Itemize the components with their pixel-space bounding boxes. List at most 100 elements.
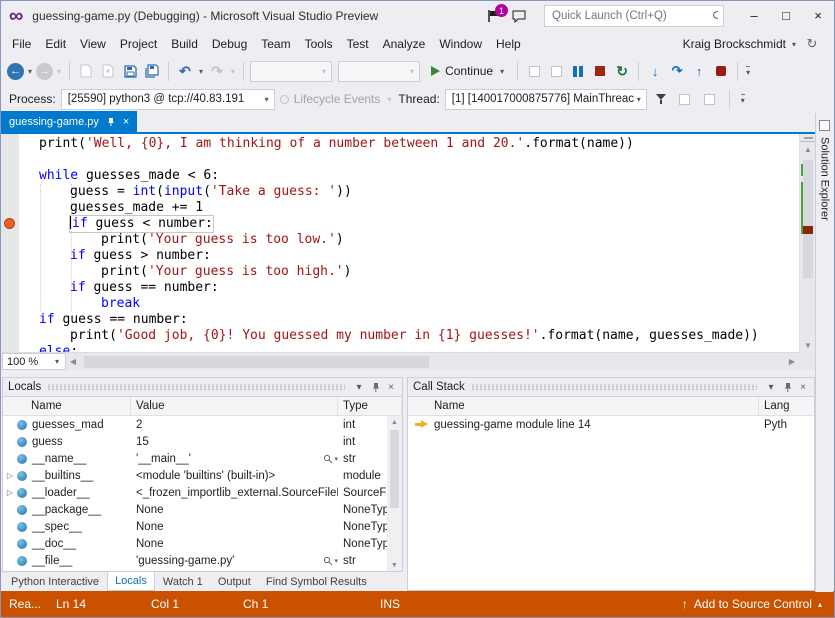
- undo-dropdown-icon[interactable]: ▾: [197, 67, 205, 76]
- close-icon[interactable]: ×: [383, 380, 399, 395]
- configuration-combo[interactable]: ▾: [250, 61, 332, 82]
- break-all-button[interactable]: [568, 61, 588, 81]
- locals-row[interactable]: __name__'__main__'▾str: [3, 450, 387, 467]
- code-area[interactable]: print('Well, {0}, I am thinking of a num…: [1, 134, 799, 352]
- step-into-button[interactable]: ↓: [645, 61, 665, 81]
- menu-window[interactable]: Window: [432, 33, 489, 55]
- panel-tab-watch-1[interactable]: Watch 1: [156, 572, 210, 591]
- code-line[interactable]: while guesses_made < 6:: [1, 168, 799, 184]
- menu-help[interactable]: Help: [489, 33, 528, 55]
- menu-test[interactable]: Test: [340, 33, 376, 55]
- step-over-button[interactable]: ↷: [667, 61, 687, 81]
- notifications-flag-icon[interactable]: 1: [484, 7, 502, 25]
- code-line[interactable]: if guess == number:: [1, 280, 799, 296]
- callstack-column-headers[interactable]: Name Lang: [408, 397, 814, 416]
- panel-tab-find-symbol-results[interactable]: Find Symbol Results: [259, 572, 374, 591]
- menu-debug[interactable]: Debug: [205, 33, 254, 55]
- new-file-button[interactable]: [76, 61, 96, 81]
- code-editor[interactable]: print('Well, {0}, I am thinking of a num…: [1, 134, 816, 370]
- navigate-forward-button[interactable]: →: [36, 63, 53, 80]
- tab-close-icon[interactable]: ×: [123, 116, 129, 128]
- scroll-down-icon[interactable]: ▼: [387, 559, 402, 571]
- navigate-forward-dropdown-icon[interactable]: ▾: [55, 67, 63, 76]
- locals-scrollbar[interactable]: ▲ ▼: [387, 416, 402, 571]
- navigate-back-dropdown-icon[interactable]: ▾: [26, 67, 34, 76]
- lifecycle-dropdown-icon[interactable]: ▾: [385, 95, 393, 104]
- column-name[interactable]: Name: [3, 397, 131, 415]
- intellitrace-button[interactable]: [711, 61, 731, 81]
- debugbar-overflow-icon[interactable]: ▾: [741, 94, 745, 105]
- menu-build[interactable]: Build: [164, 33, 205, 55]
- expander-icon[interactable]: ▷: [3, 471, 17, 480]
- thread-combo[interactable]: [1] [140017000875776] MainThreac ▾: [445, 89, 647, 110]
- code-line[interactable]: guess = int(input('Take a guess: ')): [1, 184, 799, 200]
- step-out-button[interactable]: ↑: [689, 61, 709, 81]
- column-value[interactable]: Value: [131, 397, 338, 415]
- menu-file[interactable]: File: [5, 33, 38, 55]
- callstack-header[interactable]: Call Stack ▾ ×: [408, 378, 814, 397]
- locals-row[interactable]: __doc__NoneNoneTyp: [3, 535, 387, 552]
- callstack-row[interactable]: guessing-game module line 14Pyth: [408, 416, 814, 433]
- panel-tab-output[interactable]: Output: [211, 572, 258, 591]
- column-name[interactable]: Name: [408, 397, 759, 415]
- editor-horizontal-scrollbar[interactable]: 100 % ▾ ◀ ▶: [1, 352, 799, 370]
- redo-button[interactable]: ↷: [207, 61, 227, 81]
- expander-icon[interactable]: ▷: [3, 488, 17, 497]
- pin-icon[interactable]: [106, 117, 116, 127]
- scroll-left-icon[interactable]: ◀: [66, 357, 80, 366]
- locals-row[interactable]: ▷__builtins__<module 'builtins' (built-i…: [3, 467, 387, 484]
- code-line[interactable]: if guess > number:: [1, 248, 799, 264]
- scroll-down-icon[interactable]: ▼: [800, 339, 816, 352]
- menu-view[interactable]: View: [73, 33, 113, 55]
- code-line[interactable]: if guess == number:: [1, 312, 799, 328]
- quick-launch-box[interactable]: [544, 5, 724, 27]
- close-icon[interactable]: ×: [795, 380, 811, 395]
- show-threads-button[interactable]: [675, 89, 695, 109]
- vertical-scroll-thumb[interactable]: [803, 160, 813, 278]
- add-to-source-control-button[interactable]: ↑ Add to Source Control ▴: [682, 597, 834, 611]
- panel-tab-locals[interactable]: Locals: [107, 572, 155, 591]
- scroll-up-icon[interactable]: ▲: [387, 416, 402, 428]
- window-position-icon[interactable]: ▾: [351, 380, 367, 395]
- pin-icon[interactable]: [367, 380, 383, 395]
- save-all-button[interactable]: [142, 61, 162, 81]
- locals-row[interactable]: __spec__NoneNoneTyp: [3, 518, 387, 535]
- user-dropdown-caret-icon[interactable]: ▾: [790, 40, 798, 49]
- locals-row[interactable]: ▷__loader__<_frozen_importlib_external.S…: [3, 484, 387, 501]
- lifecycle-events-button[interactable]: Lifecycle Events: [294, 92, 381, 106]
- code-line[interactable]: print('Well, {0}, I am thinking of a num…: [1, 136, 799, 152]
- continue-button[interactable]: Continue ▾: [426, 64, 511, 78]
- code-line[interactable]: [1, 152, 799, 168]
- restart-button[interactable]: ↻: [612, 61, 632, 81]
- process-combo[interactable]: [25590] python3 @ tcp://40.83.191 ▾: [61, 89, 275, 110]
- horizontal-splitter[interactable]: [1, 370, 834, 377]
- window-position-icon[interactable]: ▾: [763, 380, 779, 395]
- signed-in-user[interactable]: Kraig Brockschmidt: [683, 37, 786, 51]
- quick-launch-input[interactable]: [550, 9, 708, 23]
- menu-tools[interactable]: Tools: [298, 33, 340, 55]
- stop-debugging-button[interactable]: [590, 61, 610, 81]
- locals-row[interactable]: guesses_mad2int: [3, 416, 387, 433]
- column-type[interactable]: Type: [338, 397, 402, 415]
- magnifier-icon[interactable]: ▾: [323, 454, 338, 464]
- solution-explorer-tab[interactable]: Solution Explorer: [815, 113, 833, 592]
- add-item-button[interactable]: [98, 61, 118, 81]
- locals-row[interactable]: __package__NoneNoneTyp: [3, 501, 387, 518]
- minimize-button[interactable]: –: [738, 1, 770, 30]
- code-line[interactable]: if guess < number:: [1, 216, 799, 232]
- send-feedback-button[interactable]: [508, 5, 530, 27]
- zoom-selector[interactable]: 100 % ▾: [2, 353, 66, 370]
- close-button[interactable]: ×: [802, 1, 834, 30]
- code-line[interactable]: print('Good job, {0}! You guessed my num…: [1, 328, 799, 344]
- menu-project[interactable]: Project: [113, 33, 164, 55]
- code-line[interactable]: print('Your guess is too high.'): [1, 264, 799, 280]
- toolbar-overflow-icon[interactable]: ▾: [746, 66, 750, 77]
- menu-analyze[interactable]: Analyze: [376, 33, 433, 55]
- menu-edit[interactable]: Edit: [38, 33, 73, 55]
- locals-scroll-thumb[interactable]: [390, 430, 399, 508]
- column-lang[interactable]: Lang: [759, 397, 814, 415]
- pin-icon[interactable]: [779, 380, 795, 395]
- diagnostics-button[interactable]: [524, 61, 544, 81]
- code-line[interactable]: break: [1, 296, 799, 312]
- navigate-back-button[interactable]: ←: [7, 63, 24, 80]
